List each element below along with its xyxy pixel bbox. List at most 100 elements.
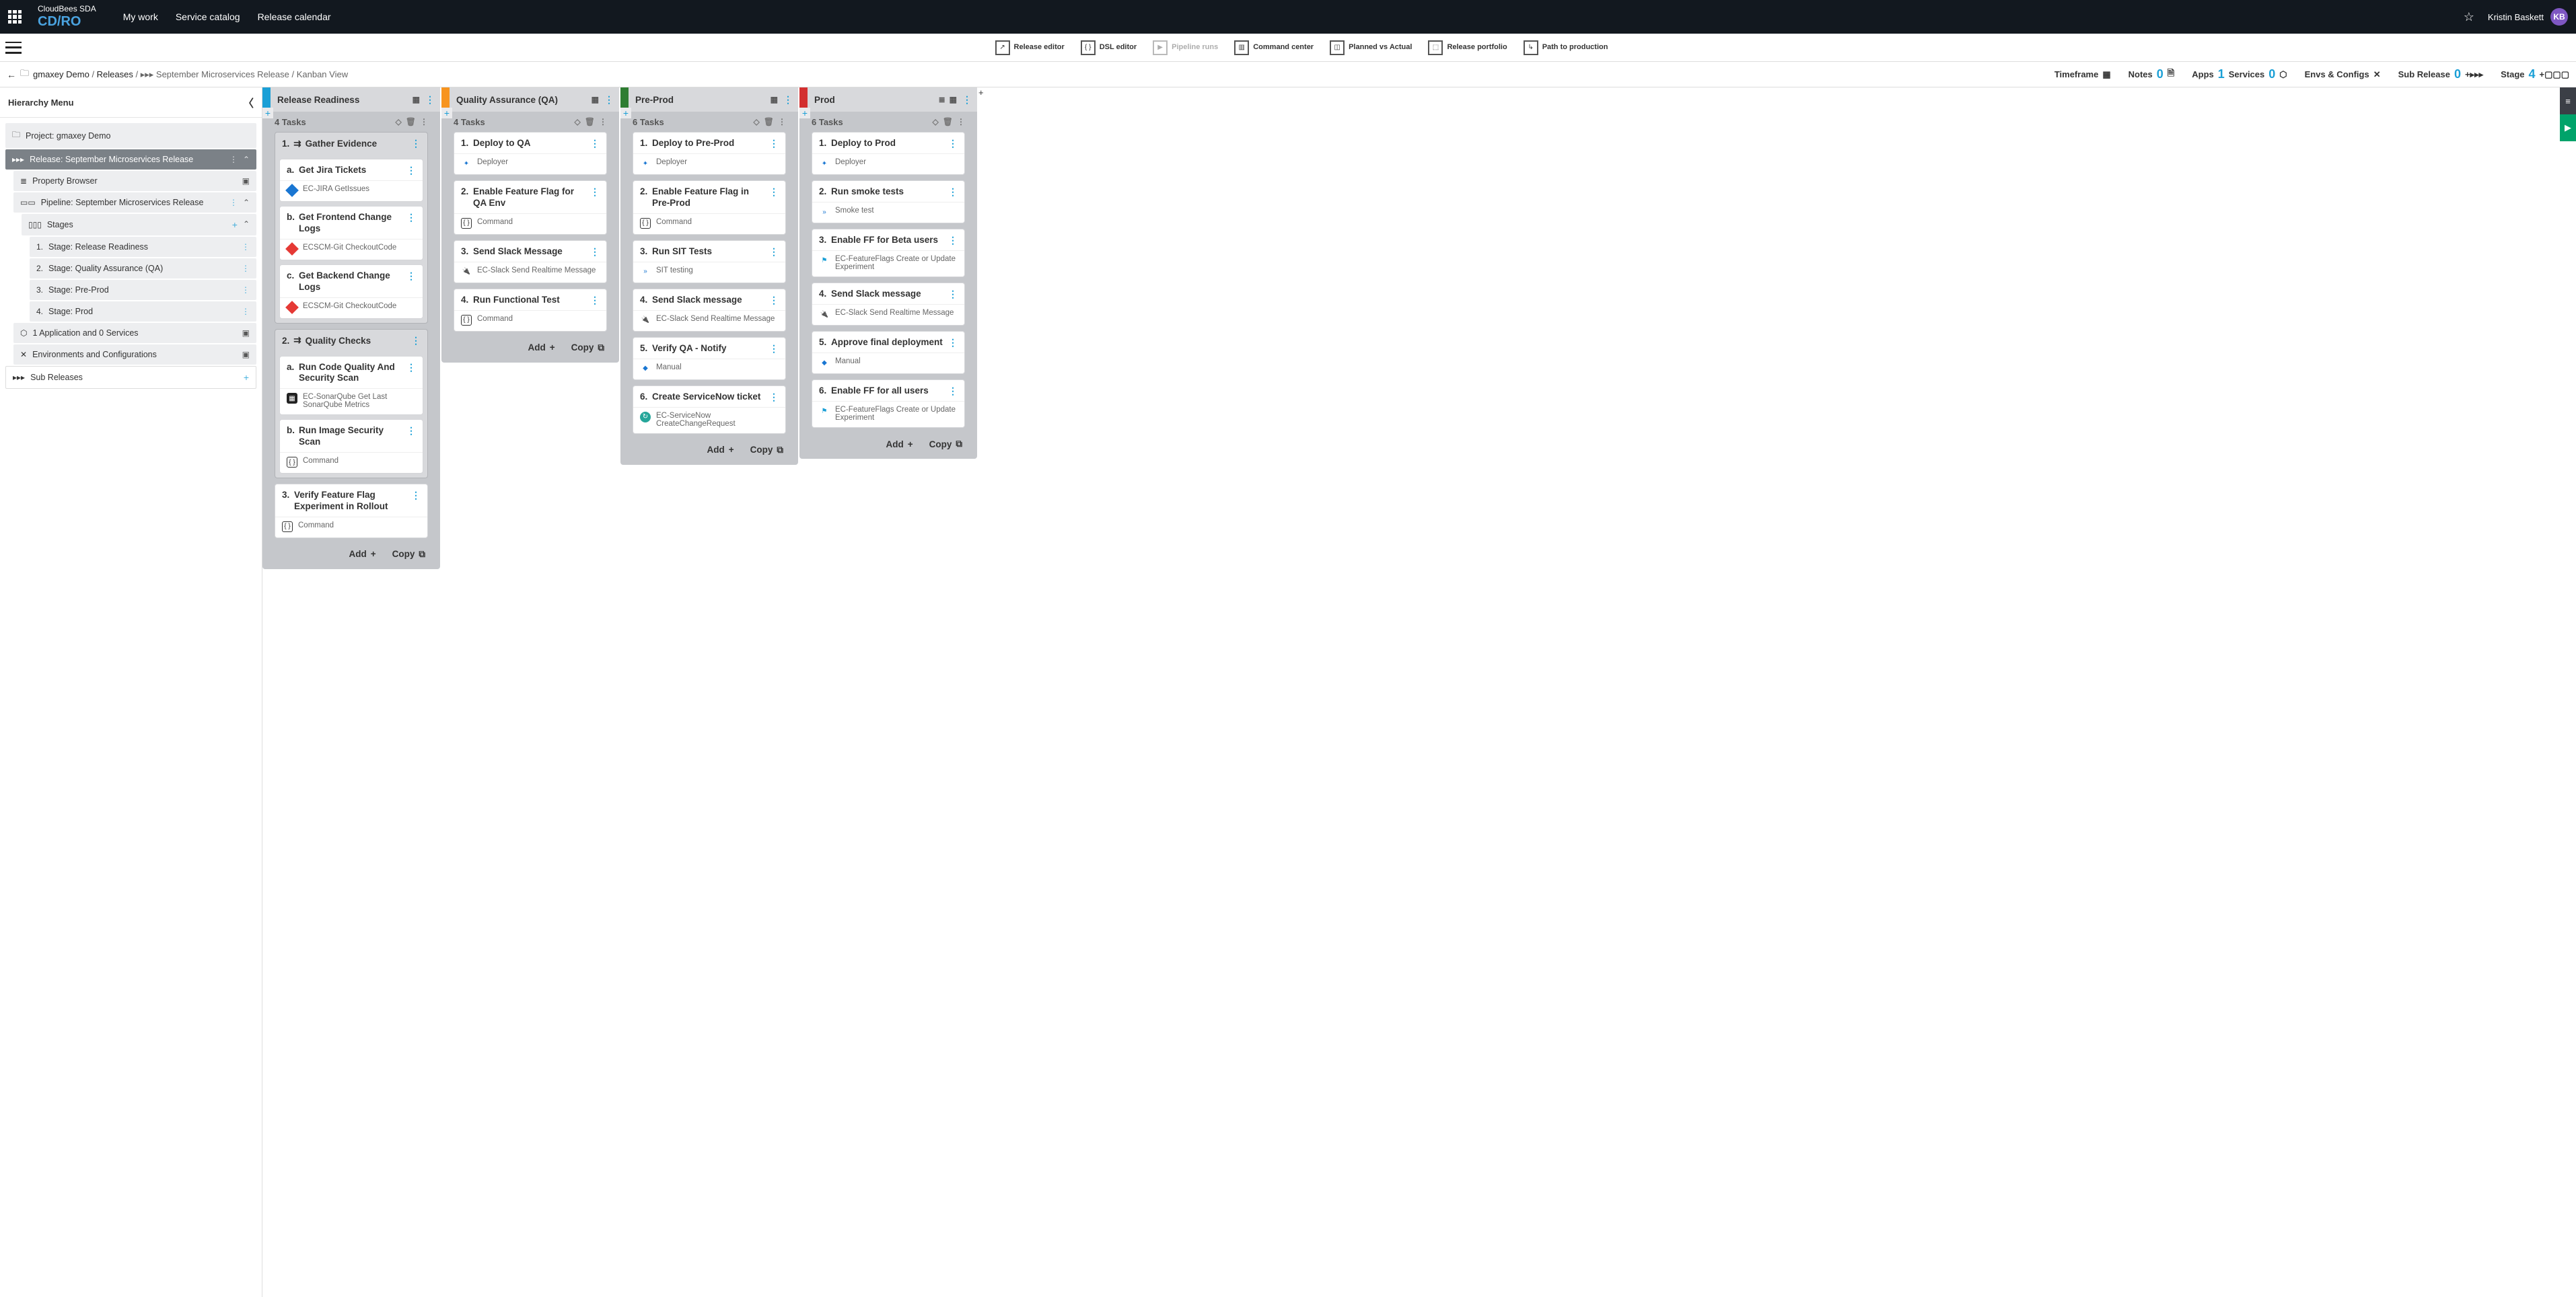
task-card[interactable]: 2. Run smoke tests ⋮ » Smoke test <box>812 180 965 223</box>
kebab-icon[interactable]: ⋮ <box>948 235 958 246</box>
kebab-icon[interactable]: ⋮ <box>590 186 600 209</box>
task-card[interactable]: 1. Deploy to Pre-Prod ⋮ ✦ Deployer <box>633 132 786 175</box>
kebab-icon[interactable]: ⋮ <box>769 343 779 355</box>
task-card[interactable]: 4. Send Slack message ⋮ 🔌 EC-Slack Send … <box>812 283 965 326</box>
add-after-stage-icon[interactable]: + <box>978 87 992 98</box>
stage-header[interactable]: Quality Assurance (QA) ▦ ⋮ <box>441 87 619 112</box>
kebab-icon[interactable]: ⋮ <box>599 117 607 126</box>
metric-stage[interactable]: Stage 4 +▢▢▢ <box>2501 67 2569 81</box>
kebab-icon[interactable]: ⋮ <box>411 335 421 346</box>
add-stage-icon[interactable]: + <box>232 219 238 230</box>
sidebar-sub-releases[interactable]: ▸▸▸Sub Releases+ <box>5 366 256 389</box>
sidebar-stage-4[interactable]: 4.Stage: Prod⋮ <box>30 301 256 322</box>
copy-task-button[interactable]: Copy⧉ <box>392 549 425 560</box>
metric-timeframe[interactable]: Timeframe ▦ <box>2054 69 2111 80</box>
trash-icon[interactable]: 🗑 <box>406 117 416 126</box>
kebab-icon[interactable]: ⋮ <box>769 186 779 209</box>
kebab-icon[interactable]: ⋮ <box>948 138 958 149</box>
sidebar-stages[interactable]: ▯▯▯Stages+⌃ <box>22 214 256 235</box>
kebab-icon[interactable]: ⋮ <box>957 117 965 126</box>
diamond-icon[interactable]: ◇ <box>754 117 760 126</box>
task-card[interactable]: 3. Verify Feature Flag Experiment in Rol… <box>275 484 428 538</box>
kebab-icon[interactable]: ⋮ <box>769 246 779 258</box>
collapse-sidebar-icon[interactable]: 〈 <box>243 94 254 110</box>
diamond-icon[interactable]: ◇ <box>933 117 939 126</box>
kebab-icon[interactable]: ⋮ <box>406 212 416 235</box>
task-card[interactable]: 1. Deploy to Prod ⋮ ✦ Deployer <box>812 132 965 175</box>
sidebar-env-config[interactable]: ✕Environments and Configurations▣ <box>13 344 256 365</box>
kebab-icon[interactable]: ⋮ <box>783 94 793 106</box>
sidebar-property-browser[interactable]: ≣Property Browser▣ <box>13 171 256 191</box>
sidebar-stage-1[interactable]: 1.Stage: Release Readiness⋮ <box>30 237 256 257</box>
task-card[interactable]: 3. Run SIT Tests ⋮ » SIT testing <box>633 240 786 283</box>
expand-icon[interactable]: ▣ <box>242 350 250 359</box>
task-card[interactable]: a. Run Code Quality And Security Scan ⋮ … <box>279 356 423 416</box>
add-before-stage-icon[interactable]: + <box>262 108 273 118</box>
stage-header[interactable]: Pre-Prod ▦ ⋮ <box>620 87 798 112</box>
tool-release-portfolio[interactable]: ⬚Release portfolio <box>1428 40 1507 55</box>
add-sub-release-icon[interactable]: + <box>244 372 249 383</box>
kebab-icon[interactable]: ⋮ <box>590 295 600 306</box>
task-card[interactable]: 2. Enable Feature Flag for QA Env ⋮ { } … <box>454 180 607 235</box>
task-card[interactable]: 4. Send Slack message ⋮ 🔌 EC-Slack Send … <box>633 289 786 332</box>
stage-header[interactable]: Prod ≣ ▦ ⋮ <box>799 87 977 112</box>
nav-service-catalog[interactable]: Service catalog <box>176 11 240 22</box>
metric-envs-configs[interactable]: Envs & Configs ✕ <box>2305 69 2381 80</box>
sidebar-pipeline[interactable]: ▭▭Pipeline: September Microservices Rele… <box>13 192 256 213</box>
task-card[interactable]: 3. Send Slack Message ⋮ 🔌 EC-Slack Send … <box>454 240 607 283</box>
tool-command-center[interactable]: ▥Command center <box>1234 40 1314 55</box>
breadcrumb-releases[interactable]: Releases <box>97 69 133 79</box>
kebab-icon[interactable]: ⋮ <box>242 307 250 316</box>
back-arrow-icon[interactable]: ← <box>7 69 16 80</box>
apps-grid-icon[interactable] <box>8 10 22 24</box>
kebab-icon[interactable]: ⋮ <box>406 362 416 385</box>
breadcrumb-release[interactable]: September Microservices Release <box>156 69 289 79</box>
kebab-icon[interactable]: ⋮ <box>406 270 416 293</box>
task-card[interactable]: 5. Approve final deployment ⋮ ◆ Manual <box>812 331 965 374</box>
kebab-icon[interactable]: ⋮ <box>420 117 428 126</box>
kebab-icon[interactable]: ⋮ <box>590 246 600 258</box>
menu-icon[interactable] <box>5 42 22 54</box>
tool-path-to-production[interactable]: ↳Path to production <box>1524 40 1608 55</box>
user-avatar[interactable]: KB <box>2550 8 2568 26</box>
nav-my-work[interactable]: My work <box>123 11 158 22</box>
kebab-icon[interactable]: ⋮ <box>242 264 250 273</box>
expand-icon[interactable]: ▣ <box>242 176 250 186</box>
kebab-icon[interactable]: ⋮ <box>406 425 416 448</box>
kebab-icon[interactable]: ⋮ <box>948 186 958 198</box>
kebab-icon[interactable]: ⋮ <box>229 155 238 164</box>
stage-header[interactable]: Release Readiness ▦ ⋮ <box>262 87 440 112</box>
kebab-icon[interactable]: ⋮ <box>242 242 250 252</box>
kebab-icon[interactable]: ⋮ <box>242 285 250 295</box>
task-card[interactable]: 3. Enable FF for Beta users ⋮ ⚑ EC-Featu… <box>812 229 965 277</box>
collapse-icon[interactable]: ⌃ <box>243 219 250 230</box>
trash-icon[interactable]: 🗑 <box>585 117 595 126</box>
rail-menu-icon[interactable]: ≡ <box>2560 87 2576 114</box>
rail-run-icon[interactable]: ▶ <box>2560 114 2576 141</box>
kebab-icon[interactable]: ⋮ <box>604 94 614 106</box>
nav-release-calendar[interactable]: Release calendar <box>258 11 331 22</box>
task-card[interactable]: 4. Run Functional Test ⋮ { } Command <box>454 289 607 332</box>
kebab-icon[interactable]: ⋮ <box>769 295 779 306</box>
metric-notes[interactable]: Notes 0 🗎 <box>2128 67 2175 82</box>
collapse-icon[interactable]: ⌃ <box>243 155 250 164</box>
metric-apps-services[interactable]: Apps 1 Services 0 ⬡ <box>2192 67 2287 81</box>
copy-task-button[interactable]: Copy⧉ <box>571 342 604 353</box>
kebab-icon[interactable]: ⋮ <box>406 165 416 176</box>
diamond-icon[interactable]: ◇ <box>575 117 581 126</box>
metric-sub-release[interactable]: Sub Release 0 +▸▸▸ <box>2398 67 2484 81</box>
task-card[interactable]: 1. Deploy to QA ⋮ ✦ Deployer <box>454 132 607 175</box>
kebab-icon[interactable]: ⋮ <box>590 138 600 149</box>
diamond-icon[interactable]: ◇ <box>396 117 402 126</box>
copy-task-button[interactable]: Copy⧉ <box>929 439 962 449</box>
kebab-icon[interactable]: ⋮ <box>948 289 958 300</box>
task-group[interactable]: 1. ⇉ Gather Evidence ⋮ a. Get Jira Ticke… <box>275 132 428 324</box>
add-task-button[interactable]: Add+ <box>349 549 375 560</box>
task-card[interactable]: b. Run Image Security Scan ⋮ { } Command <box>279 419 423 474</box>
add-before-stage-icon[interactable]: + <box>441 108 452 118</box>
sidebar-stage-3[interactable]: 3.Stage: Pre-Prod⋮ <box>30 280 256 300</box>
sidebar-stage-2[interactable]: 2.Stage: Quality Assurance (QA)⋮ <box>30 258 256 279</box>
copy-task-button[interactable]: Copy⧉ <box>750 445 783 455</box>
grid-view-icon[interactable]: ▦ <box>592 95 599 104</box>
add-task-button[interactable]: Add+ <box>707 445 734 455</box>
